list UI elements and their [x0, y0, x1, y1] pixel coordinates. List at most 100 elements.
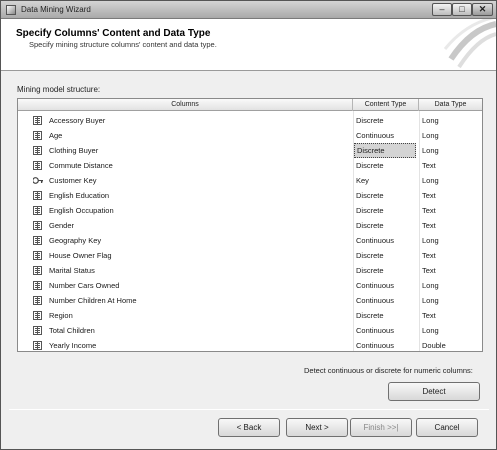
table-row[interactable]: Commute Distance Discrete Text	[18, 158, 482, 173]
column-name: Clothing Buyer	[49, 146, 99, 155]
content-type-cell[interactable]: Discrete	[354, 143, 416, 158]
header-content-type[interactable]: Content Type	[353, 99, 419, 111]
column-name: Total Children	[49, 326, 95, 335]
column-name: English Occupation	[49, 206, 114, 215]
data-type-cell[interactable]: Text	[422, 203, 480, 218]
column-icon	[33, 131, 43, 140]
column-icon	[33, 251, 43, 260]
content-type-cell[interactable]: Key	[356, 173, 418, 188]
detect-label: Detect continuous or discrete for numeri…	[304, 366, 473, 375]
column-icon	[33, 326, 43, 335]
table-row[interactable]: Total Children Continuous Long	[18, 323, 482, 338]
content-type-cell[interactable]: Continuous	[356, 293, 418, 308]
data-type-cell[interactable]: Text	[422, 158, 480, 173]
finish-button[interactable]: Finish >>|	[350, 418, 412, 437]
column-name: Geography Key	[49, 236, 102, 245]
column-icon	[33, 266, 43, 275]
table-row[interactable]: Accessory Buyer Discrete Long	[18, 113, 482, 128]
data-type-cell[interactable]: Long	[422, 143, 480, 158]
table-row[interactable]: Clothing Buyer Discrete Long	[18, 143, 482, 158]
content-type-cell[interactable]: Discrete	[356, 158, 418, 173]
column-icon	[33, 341, 43, 350]
content-type-cell[interactable]: Discrete	[356, 308, 418, 323]
page-title: Specify Columns' Content and Data Type	[16, 28, 211, 39]
header-decoration-icon	[443, 19, 496, 69]
table-row[interactable]: Gender Discrete Text	[18, 218, 482, 233]
table-row[interactable]: Customer Key Key Long	[18, 173, 482, 188]
back-button[interactable]: < Back	[218, 418, 280, 437]
content-type-cell[interactable]: Discrete	[356, 203, 418, 218]
cancel-button[interactable]: Cancel	[416, 418, 478, 437]
content-type-cell[interactable]: Continuous	[356, 338, 418, 351]
column-name: Age	[49, 131, 63, 140]
data-type-cell[interactable]: Long	[422, 128, 480, 143]
maximize-button[interactable]: □	[452, 3, 472, 16]
wizard-header: Specify Columns' Content and Data Type S…	[1, 19, 496, 71]
columns-grid: Columns Content Type Data Type Accessory…	[17, 98, 483, 352]
table-row[interactable]: Region Discrete Text	[18, 308, 482, 323]
content-type-cell[interactable]: Discrete	[356, 263, 418, 278]
data-type-cell[interactable]: Long	[422, 323, 480, 338]
data-type-cell[interactable]: Text	[422, 188, 480, 203]
column-icon	[33, 236, 43, 245]
column-name: Customer Key	[49, 176, 97, 185]
column-name: Yearly Income	[49, 341, 97, 350]
data-type-cell[interactable]: Long	[422, 233, 480, 248]
data-type-cell[interactable]: Text	[422, 263, 480, 278]
content-type-cell[interactable]: Continuous	[356, 323, 418, 338]
footer-divider	[9, 409, 489, 410]
header-data-type[interactable]: Data Type	[419, 99, 482, 111]
column-icon	[33, 161, 43, 170]
column-name: Gender	[49, 221, 75, 230]
table-row[interactable]: House Owner Flag Discrete Text	[18, 248, 482, 263]
table-row[interactable]: English Occupation Discrete Text	[18, 203, 482, 218]
next-button[interactable]: Next >	[286, 418, 348, 437]
content-type-cell[interactable]: Discrete	[356, 218, 418, 233]
grid-header: Columns Content Type Data Type	[18, 99, 482, 111]
content-type-cell[interactable]: Continuous	[356, 233, 418, 248]
content-type-cell[interactable]: Continuous	[356, 128, 418, 143]
column-icon	[33, 206, 43, 215]
content-type-cell[interactable]: Discrete	[356, 248, 418, 263]
column-icon	[33, 146, 43, 155]
content-type-cell[interactable]: Continuous	[356, 278, 418, 293]
column-icon	[33, 221, 43, 230]
column-icon	[33, 311, 43, 320]
table-row[interactable]: Geography Key Continuous Long	[18, 233, 482, 248]
data-type-cell[interactable]: Long	[422, 278, 480, 293]
minimize-button[interactable]: –	[432, 3, 452, 16]
page-subtitle: Specify mining structure columns' conten…	[29, 40, 217, 49]
data-type-cell[interactable]: Text	[422, 248, 480, 263]
column-name: House Owner Flag	[49, 251, 112, 260]
data-type-cell[interactable]: Text	[422, 308, 480, 323]
table-row[interactable]: Yearly Income Continuous Double	[18, 338, 482, 351]
data-type-cell[interactable]: Long	[422, 113, 480, 128]
title-bar: Data Mining Wizard – □ ✕	[1, 1, 496, 19]
column-name: Commute Distance	[49, 161, 113, 170]
column-icon	[33, 296, 43, 305]
data-type-cell[interactable]: Long	[422, 293, 480, 308]
content-type-cell[interactable]: Discrete	[356, 188, 418, 203]
table-row[interactable]: English Education Discrete Text	[18, 188, 482, 203]
content-type-cell[interactable]: Discrete	[356, 113, 418, 128]
detect-button[interactable]: Detect	[388, 382, 480, 401]
data-type-cell[interactable]: Double	[422, 338, 480, 351]
window-title: Data Mining Wizard	[21, 5, 91, 14]
wizard-app-icon	[6, 5, 16, 15]
header-columns[interactable]: Columns	[18, 99, 353, 111]
column-name: Number Children At Home	[49, 296, 137, 305]
column-name: Marital Status	[49, 266, 95, 275]
close-button[interactable]: ✕	[472, 3, 493, 16]
column-name: Region	[49, 311, 73, 320]
column-name: English Education	[49, 191, 110, 200]
column-icon	[33, 191, 43, 200]
table-row[interactable]: Number Cars Owned Continuous Long	[18, 278, 482, 293]
table-row[interactable]: Number Children At Home Continuous Long	[18, 293, 482, 308]
data-type-cell[interactable]: Long	[422, 173, 480, 188]
column-name: Number Cars Owned	[49, 281, 120, 290]
table-row[interactable]: Age Continuous Long	[18, 128, 482, 143]
mining-model-structure-label: Mining model structure:	[17, 85, 101, 94]
data-mining-wizard-window: Data Mining Wizard – □ ✕ Specify Columns…	[0, 0, 497, 450]
data-type-cell[interactable]: Text	[422, 218, 480, 233]
table-row[interactable]: Marital Status Discrete Text	[18, 263, 482, 278]
